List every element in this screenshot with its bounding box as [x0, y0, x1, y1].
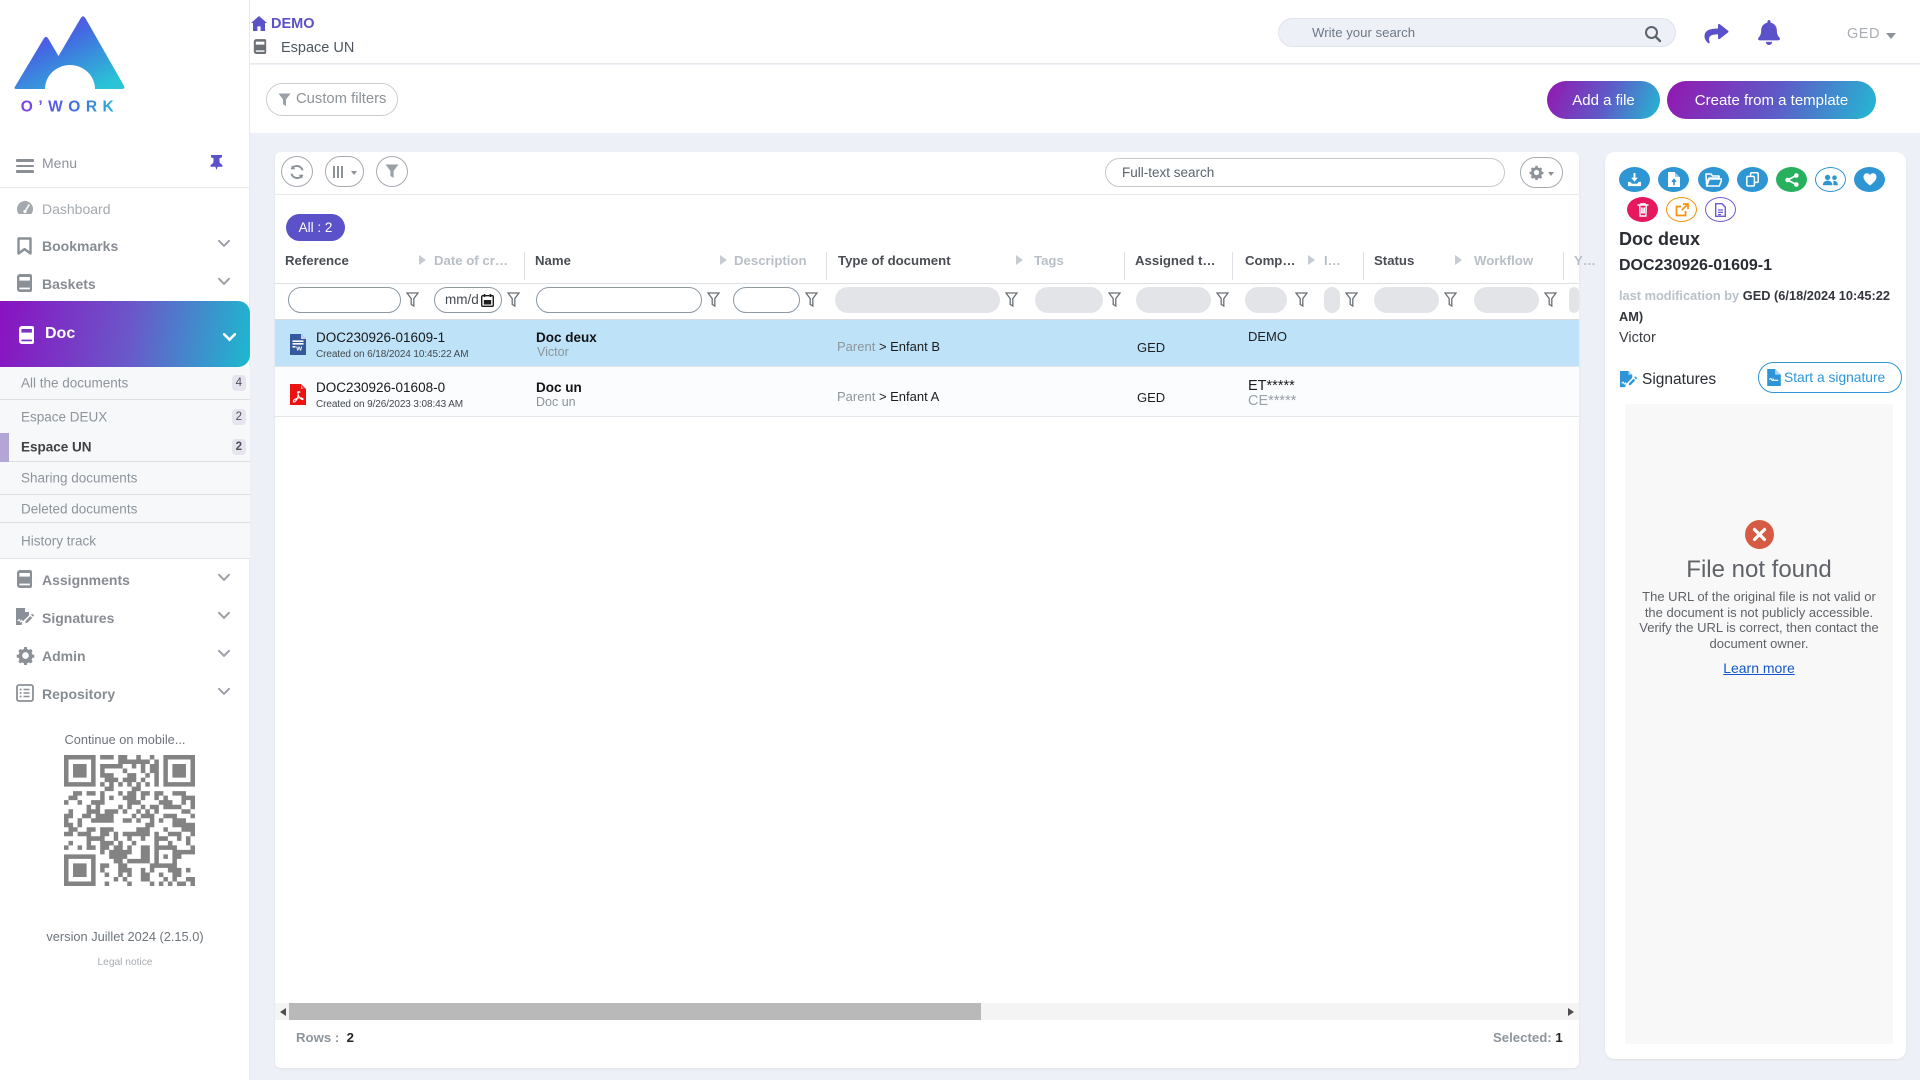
svg-text:O’WORK: O’WORK [21, 99, 119, 115]
svg-text:w: w [295, 343, 302, 352]
